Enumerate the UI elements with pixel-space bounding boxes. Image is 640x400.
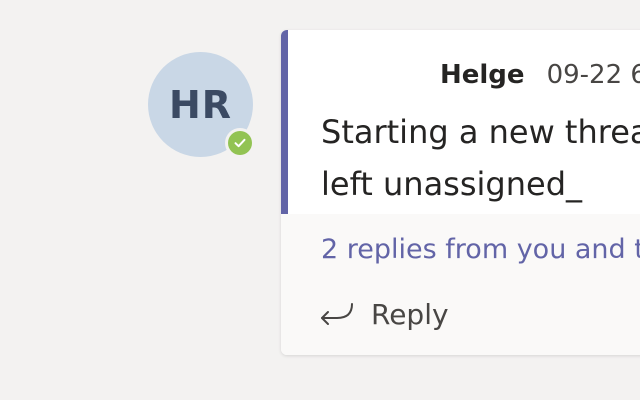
message-line: Starting a new thread <box>321 113 640 151</box>
message-card: Helge 09-22 6 Starting a new thread left … <box>281 30 640 355</box>
reply-arrow-icon <box>321 302 353 325</box>
message-bubble[interactable]: Helge 09-22 6 Starting a new thread left … <box>281 30 640 214</box>
reply-label: Reply <box>371 298 449 331</box>
author-name[interactable]: Helge <box>440 60 525 90</box>
checkmark-icon <box>234 138 246 148</box>
reply-button[interactable]: Reply <box>317 298 449 331</box>
thread-replies: 2 replies from you and ti Reply <box>281 214 640 355</box>
message-line: left unassigned_ <box>321 165 582 203</box>
message-body: Starting a new thread left unassigned_ <box>321 106 640 210</box>
message-header: Helge 09-22 6 <box>440 60 640 90</box>
message-timestamp: 09-22 6 <box>546 60 640 90</box>
avatar-initials: HR <box>168 82 233 127</box>
presence-badge <box>225 128 255 158</box>
presence-available-indicator <box>228 131 252 155</box>
replies-summary-link[interactable]: 2 replies from you and ti <box>321 234 640 265</box>
chat-view: HR Helge 09-22 6 Starting a new thread le… <box>0 0 640 400</box>
